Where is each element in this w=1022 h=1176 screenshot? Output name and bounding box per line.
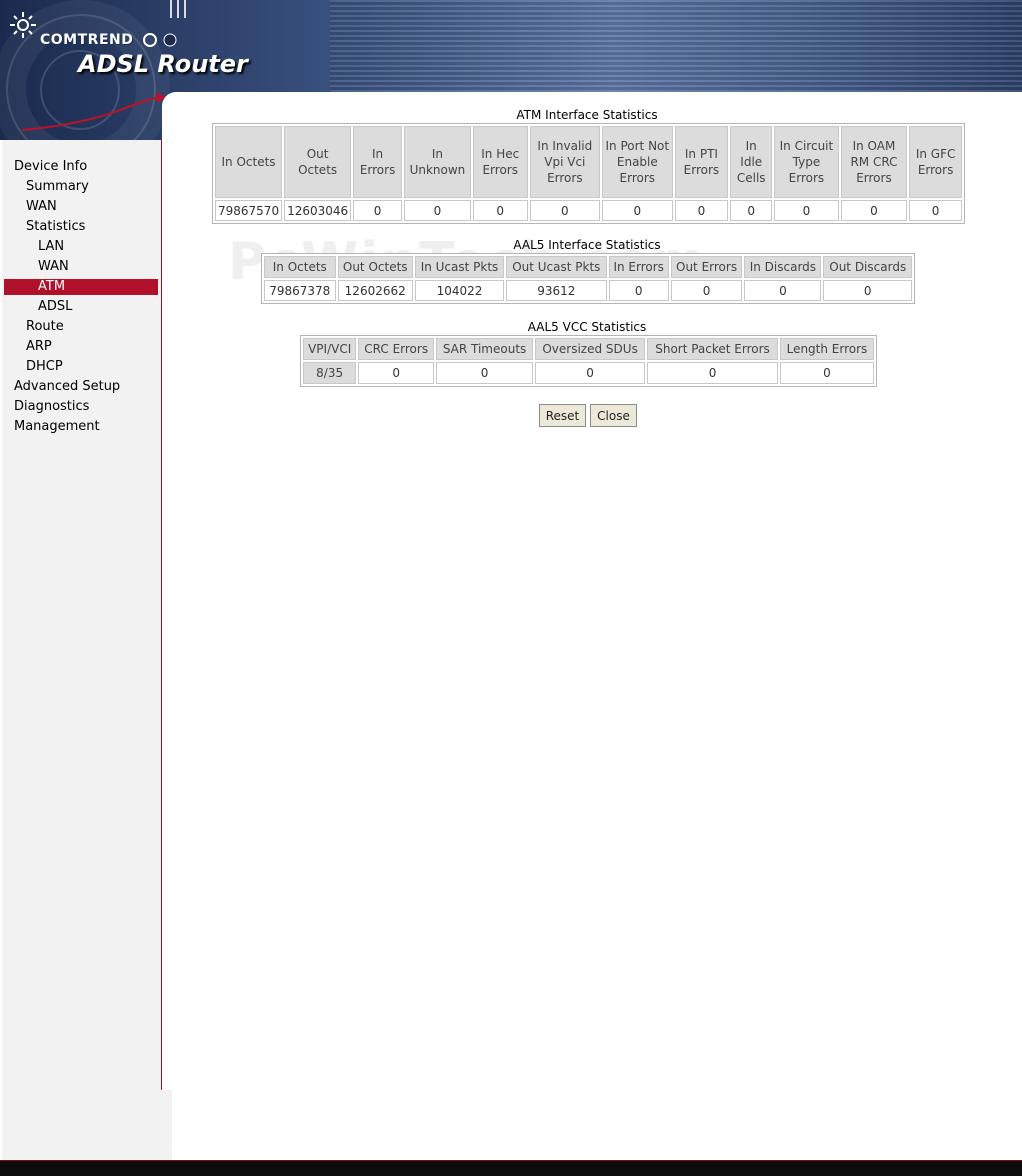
table-cell: 0: [674, 200, 729, 221]
table-header: In Octets: [264, 256, 336, 278]
table-cell: 0: [436, 362, 534, 384]
table-cell: 93612: [506, 280, 607, 301]
atm-stats-title: ATM Interface Statistics: [516, 108, 658, 122]
table-cell: 0: [358, 362, 435, 384]
table-header: In Hec Errors: [472, 126, 528, 198]
table-cell: 0: [774, 200, 839, 221]
table-cell: 0: [909, 200, 962, 221]
table-cell: 0: [779, 362, 874, 384]
sidebar-item-stats-adsl[interactable]: ADSL: [38, 299, 72, 314]
table-header: In Idle Cells: [730, 126, 773, 198]
table-header: In Errors: [608, 256, 669, 278]
sun-logo-icon: [10, 12, 36, 38]
table-cell: 0: [647, 362, 778, 384]
red-swoosh-icon: [21, 92, 166, 131]
table-header: Out Octets: [284, 126, 352, 198]
header-stripes: [330, 0, 1022, 92]
table-cell: 12602662: [337, 280, 413, 301]
table-header: In Unknown: [404, 126, 471, 198]
sidebar-item-route[interactable]: Route: [26, 319, 64, 334]
sidebar-item-dhcp[interactable]: DHCP: [26, 359, 63, 374]
sidebar-extension: [2, 1090, 172, 1160]
table-row: 79867378 12602662 104022 93612 0 0 0 0: [264, 280, 912, 301]
sidebar-item-summary[interactable]: Summary: [26, 179, 89, 194]
close-button[interactable]: Close: [590, 404, 637, 427]
aal5-stats-title: AAL5 Interface Statistics: [513, 238, 661, 252]
sidebar-item-stats-wan[interactable]: WAN: [38, 259, 69, 274]
table-header: In GFC Errors: [909, 126, 962, 198]
sidebar-item-diagnostics[interactable]: Diagnostics: [14, 399, 89, 414]
table-cell: 0: [744, 280, 822, 301]
table-cell: 0: [472, 200, 528, 221]
reset-button[interactable]: Reset: [539, 404, 586, 427]
table-header: In Invalid Vpi Vci Errors: [529, 126, 601, 198]
table-header: In PTI Errors: [674, 126, 729, 198]
table-header: In OAM RM CRC Errors: [840, 126, 908, 198]
table-row: 79867570 12603046 0 0 0 0 0 0 0 0 0 0: [215, 200, 962, 221]
active-item-highlight: [4, 279, 158, 295]
table-header: In Errors: [353, 126, 402, 198]
bottom-bar: [0, 1160, 1022, 1176]
table-cell: 79867570: [215, 200, 283, 221]
table-header: Short Packet Errors: [647, 338, 778, 360]
table-cell: 0: [535, 362, 646, 384]
vcc-stats-table: VPI/VCI CRC Errors SAR Timeouts Oversize…: [300, 335, 877, 387]
sidebar-item-advanced-setup[interactable]: Advanced Setup: [14, 379, 120, 394]
table-header: Oversized SDUs: [535, 338, 646, 360]
table-header: Length Errors: [779, 338, 874, 360]
table-header: In Octets: [215, 126, 283, 198]
table-header: In Circuit Type Errors: [774, 126, 839, 198]
table-header: Out Discards: [823, 256, 912, 278]
table-cell: 0: [608, 280, 669, 301]
table-header: In Ucast Pkts: [414, 256, 505, 278]
table-cell: 0: [353, 200, 402, 221]
table-cell: 0: [670, 280, 743, 301]
table-cell: 104022: [414, 280, 505, 301]
sidebar-item-statistics[interactable]: Statistics: [26, 219, 85, 234]
sidebar-item-device-info[interactable]: Device Info: [14, 159, 87, 174]
table-header: In Port Not Enable Errors: [602, 126, 673, 198]
table-row: 8/35 0 0 0 0 0: [303, 362, 874, 384]
table-cell: 0: [840, 200, 908, 221]
table-header-row: In Octets Out Octets In Ucast Pkts Out U…: [264, 256, 912, 278]
logo-dots-icon: [143, 33, 177, 47]
table-cell: 0: [404, 200, 471, 221]
bottom-bar-line: [0, 1160, 1022, 1161]
table-header: SAR Timeouts: [436, 338, 534, 360]
sidebar-item-stats-atm[interactable]: ATM: [38, 279, 65, 294]
table-header: Out Octets: [337, 256, 413, 278]
table-cell: 79867378: [264, 280, 336, 301]
vcc-stats-title: AAL5 VCC Statistics: [527, 320, 647, 334]
table-header-row: In Octets Out Octets In Errors In Unknow…: [215, 126, 962, 198]
table-cell: 0: [602, 200, 673, 221]
table-header: Out Ucast Pkts: [506, 256, 607, 278]
aal5-stats-table: In Octets Out Octets In Ucast Pkts Out U…: [261, 253, 915, 304]
brand-logo: COMTREND: [40, 32, 134, 48]
table-cell: 12603046: [284, 200, 352, 221]
sidebar-item-arp[interactable]: ARP: [26, 339, 52, 354]
sidebar-item-wan[interactable]: WAN: [26, 199, 57, 214]
table-cell: 0: [823, 280, 912, 301]
table-header: In Discards: [744, 256, 822, 278]
table-header-row: VPI/VCI CRC Errors SAR Timeouts Oversize…: [303, 338, 874, 360]
vpi-vci-cell: 8/35: [303, 362, 357, 384]
table-header: CRC Errors: [358, 338, 435, 360]
table-cell: 0: [529, 200, 601, 221]
product-title: ADSL Router: [78, 50, 248, 78]
atm-stats-table: In Octets Out Octets In Errors In Unknow…: [212, 123, 965, 224]
header-bars: [170, 0, 190, 18]
sidebar-item-management[interactable]: Management: [14, 419, 100, 434]
table-header: VPI/VCI: [303, 338, 357, 360]
table-header: Out Errors: [670, 256, 743, 278]
sidebar-item-stats-lan[interactable]: LAN: [38, 239, 64, 254]
table-cell: 0: [730, 200, 773, 221]
